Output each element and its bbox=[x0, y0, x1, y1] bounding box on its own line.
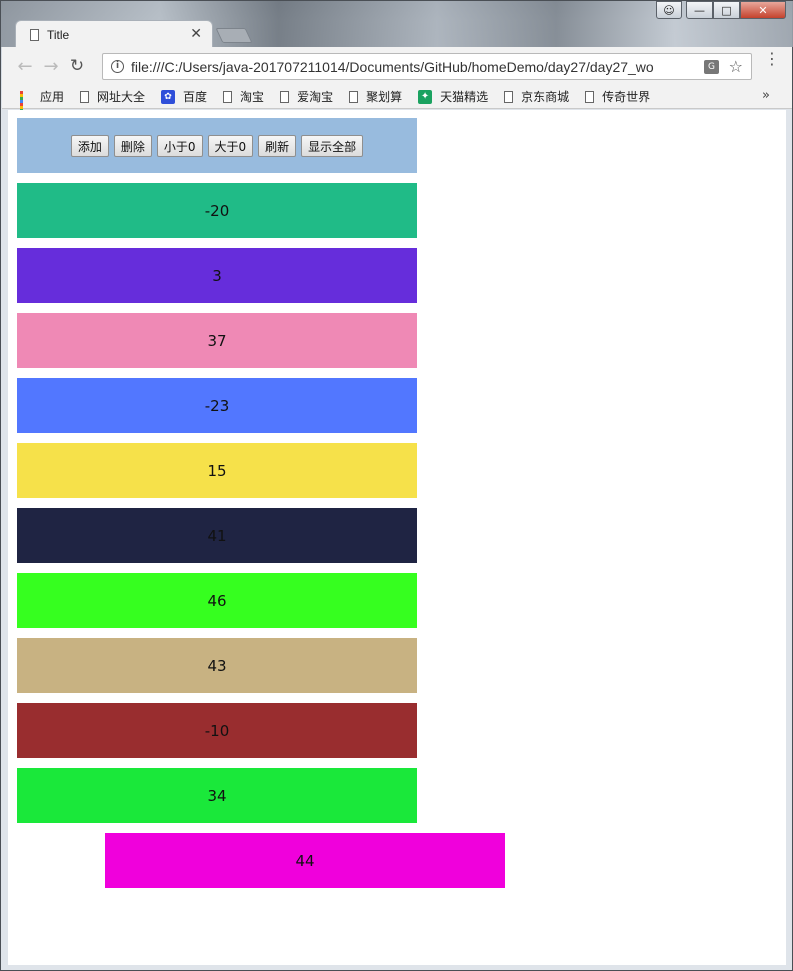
new-tab-button[interactable] bbox=[215, 28, 253, 43]
browser-toolbar: ← → ↻ i file:///C:/Users/java-2017072110… bbox=[2, 47, 792, 85]
close-window-button[interactable]: ✕ bbox=[740, 1, 786, 19]
number-box: -20 bbox=[17, 183, 417, 238]
bookmark-item[interactable]: ✦ 天猫精选 bbox=[418, 88, 488, 105]
bookmark-label: 爱淘宝 bbox=[297, 90, 334, 104]
bookmark-item[interactable]: ✿ 百度 bbox=[161, 88, 207, 105]
number-box: 15 bbox=[17, 443, 417, 498]
page-icon bbox=[585, 90, 595, 103]
number-box: 43 bbox=[17, 638, 417, 693]
bookmark-label: 百度 bbox=[183, 90, 208, 104]
bookmark-label: 聚划算 bbox=[366, 90, 403, 104]
reload-icon[interactable]: ↻ bbox=[64, 56, 90, 76]
maximize-button[interactable]: □ bbox=[713, 1, 740, 19]
minimize-button[interactable]: — bbox=[686, 1, 713, 19]
number-box: -23 bbox=[17, 378, 417, 433]
number-box: 44 bbox=[105, 833, 505, 888]
bookmark-item[interactable]: 京东商城 bbox=[504, 88, 569, 105]
page-icon bbox=[223, 90, 233, 103]
bookmark-item[interactable]: 爱淘宝 bbox=[280, 88, 333, 105]
page-icon bbox=[280, 90, 290, 103]
tmall-icon: ✦ bbox=[418, 89, 433, 104]
bookmark-apps[interactable]: 应用 bbox=[20, 88, 65, 118]
bookmark-label: 淘宝 bbox=[240, 90, 265, 104]
page-icon bbox=[30, 28, 39, 41]
window-controls: ☺ — □ ✕ bbox=[656, 1, 786, 19]
less-than-zero-button[interactable]: 小于0 bbox=[156, 134, 203, 157]
close-tab-icon[interactable]: ✕ bbox=[190, 26, 202, 42]
browser-tab[interactable]: Title ✕ bbox=[15, 20, 213, 48]
page-content: 添加 删除 小于0 大于0 刷新 显示全部 -20 3 37 -23 15 41… bbox=[8, 110, 786, 965]
delete-button[interactable]: 删除 bbox=[113, 134, 152, 157]
number-box: 3 bbox=[17, 248, 417, 303]
tab-title: Title bbox=[47, 27, 70, 42]
bookmark-label: 网址大全 bbox=[97, 90, 146, 104]
bookmark-item[interactable]: 传奇世界 bbox=[585, 88, 650, 105]
greater-than-zero-button[interactable]: 大于0 bbox=[207, 134, 254, 157]
translate-icon[interactable]: G bbox=[704, 60, 719, 74]
number-box: 34 bbox=[17, 768, 417, 823]
bookmark-label: 京东商城 bbox=[521, 90, 570, 104]
page-icon bbox=[80, 90, 90, 103]
number-box: 41 bbox=[17, 508, 417, 563]
bookmark-label: 应用 bbox=[40, 90, 65, 104]
number-box: -10 bbox=[17, 703, 417, 758]
bookmark-item[interactable]: 淘宝 bbox=[223, 88, 264, 105]
menu-icon[interactable]: ⋮ bbox=[764, 51, 780, 67]
user-icon[interactable]: ☺ bbox=[656, 1, 682, 19]
url-text[interactable]: file:///C:/Users/java-201707211014/Docum… bbox=[131, 59, 701, 75]
forward-arrow-icon[interactable]: → bbox=[38, 56, 64, 77]
control-bar: 添加 删除 小于0 大于0 刷新 显示全部 bbox=[17, 118, 417, 173]
show-all-button[interactable]: 显示全部 bbox=[301, 134, 364, 157]
bookmarks-bar: 应用 网址大全 ✿ 百度 淘宝 爱淘宝 聚划算 ✦ 天猫精选 京东商城 传奇世界… bbox=[2, 85, 792, 118]
add-button[interactable]: 添加 bbox=[70, 134, 109, 157]
address-bar[interactable]: i file:///C:/Users/java-201707211014/Doc… bbox=[102, 53, 752, 80]
number-box: 37 bbox=[17, 313, 417, 368]
apps-icon bbox=[20, 90, 32, 118]
bookmarks-overflow-icon[interactable]: » bbox=[762, 88, 770, 103]
back-arrow-icon[interactable]: ← bbox=[12, 56, 38, 77]
star-icon[interactable]: ☆ bbox=[729, 57, 743, 76]
bookmark-label: 传奇世界 bbox=[602, 90, 651, 104]
refresh-button[interactable]: 刷新 bbox=[258, 134, 297, 157]
info-icon[interactable]: i bbox=[111, 60, 124, 73]
browser-window: ☺ — □ ✕ Title ✕ ← → ↻ i file:///C:/Users… bbox=[0, 0, 793, 971]
page-icon bbox=[504, 90, 514, 103]
bookmark-item[interactable]: 聚划算 bbox=[349, 88, 402, 105]
number-box: 46 bbox=[17, 573, 417, 628]
page-icon bbox=[349, 90, 359, 103]
baidu-paw-icon: ✿ bbox=[161, 89, 176, 104]
bookmark-label: 天猫精选 bbox=[440, 90, 489, 104]
bookmark-item[interactable]: 网址大全 bbox=[80, 88, 145, 105]
